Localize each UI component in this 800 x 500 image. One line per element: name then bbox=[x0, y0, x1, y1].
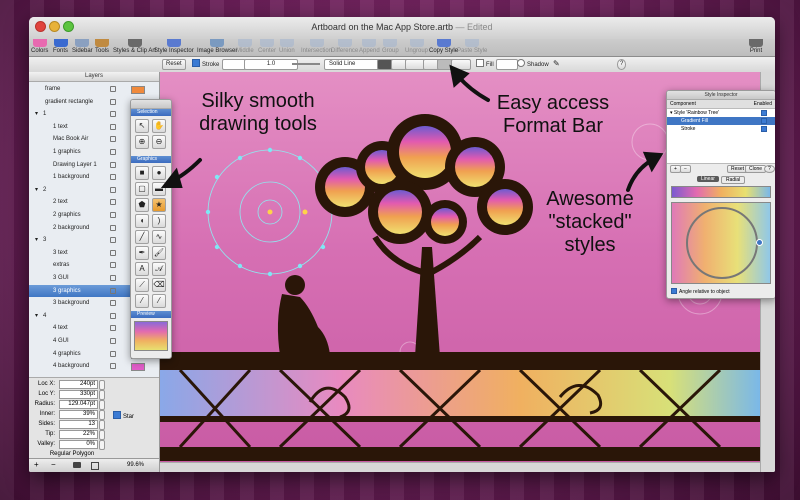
arrow-to-tools-head bbox=[160, 167, 183, 188]
arrow-to-inspector-head bbox=[642, 151, 664, 173]
annotation-arrows bbox=[160, 64, 664, 192]
